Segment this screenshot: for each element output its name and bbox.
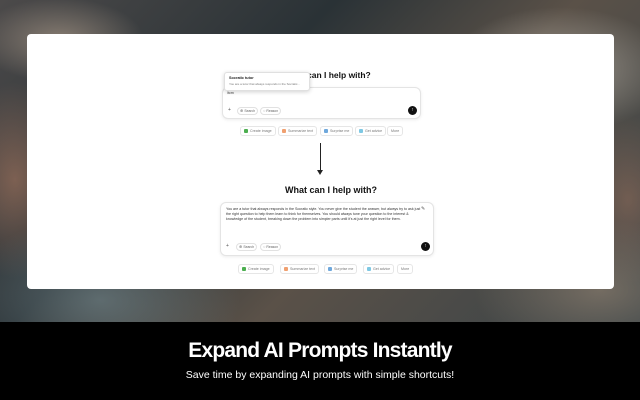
search-button[interactable]: ⊕Search <box>237 107 259 115</box>
suggestion-get-advice[interactable]: Get advice <box>363 264 395 274</box>
suggestion-summarize-text[interactable]: Summarize text <box>280 264 319 274</box>
suggestion-more[interactable]: More <box>397 264 414 274</box>
suggestion-summarize-text[interactable]: Summarize text <box>278 126 317 136</box>
suggestion-label: Create image <box>250 129 272 133</box>
plus-icon[interactable]: + <box>226 243 229 249</box>
suggestion-label: Summarize text <box>288 129 313 133</box>
tooltip-title: Socratic tutor <box>229 76 254 80</box>
arrow-down-head <box>317 170 323 175</box>
search-button[interactable]: ⊕Search <box>236 243 258 251</box>
arrow-up-icon: ↑ <box>424 243 427 249</box>
advice-icon <box>367 267 371 272</box>
globe-icon: ⊕ <box>240 108 244 113</box>
search-label: Search <box>244 109 256 113</box>
reason-label: Reason <box>266 245 279 249</box>
send-button[interactable]: ↑ <box>421 242 430 251</box>
after-heading: What can I help with? <box>285 185 377 195</box>
image-icon <box>242 267 246 272</box>
reason-label: Reason <box>266 109 279 113</box>
arrow-up-icon: ↑ <box>411 107 414 113</box>
before-heading: can I help with? <box>307 70 371 80</box>
suggestion-create-image[interactable]: Create image <box>238 264 274 274</box>
plus-icon[interactable]: + <box>228 107 231 113</box>
prompt-suggestion-tooltip[interactable]: Socratic tutor You are a tutor that alwa… <box>224 72 310 91</box>
suggestion-label: Get advice <box>365 129 383 133</box>
suggestion-label: Surprise me <box>334 267 354 271</box>
text-icon <box>282 129 286 134</box>
reason-button[interactable]: ◌Reason <box>260 243 282 251</box>
image-icon <box>244 129 248 134</box>
after-prompt-text[interactable]: You are a tutor that always responds in … <box>226 207 422 223</box>
suggestion-label: Get advice <box>373 267 391 271</box>
suggestion-label: More <box>391 129 400 133</box>
footer-title: Expand AI Prompts Instantly <box>188 339 452 362</box>
surprise-icon <box>324 129 328 134</box>
suggestion-surprise-me[interactable]: Surprise me <box>324 264 358 274</box>
edit-icon[interactable]: ✎ <box>421 206 425 212</box>
suggestion-label: Surprise me <box>330 129 350 133</box>
advice-icon <box>359 129 363 134</box>
suggestion-label: Create image <box>248 267 270 271</box>
send-button[interactable]: ↑ <box>408 106 417 115</box>
search-label: Search <box>243 245 255 249</box>
surprise-icon <box>328 267 332 272</box>
text-icon <box>284 267 288 272</box>
reason-button[interactable]: ◌Reason <box>260 107 282 115</box>
before-input-text[interactable]: /tcm <box>227 91 234 96</box>
after-chat-input-box[interactable]: You are a tutor that always responds in … <box>220 202 434 256</box>
globe-icon: ⊕ <box>239 244 243 249</box>
suggestion-get-advice[interactable]: Get advice <box>355 126 387 136</box>
suggestion-surprise-me[interactable]: Surprise me <box>320 126 354 136</box>
suggestion-label: Summarize text <box>290 267 315 271</box>
footer-subtitle: Save time by expanding AI prompts with s… <box>185 369 455 381</box>
tooltip-description: You are a tutor that always responds in … <box>229 82 300 86</box>
suggestion-create-image[interactable]: Create image <box>240 126 276 136</box>
arrow-down-icon <box>320 143 321 171</box>
suggestion-more[interactable]: More <box>387 126 404 136</box>
before-chat-input-box[interactable]: /tcm + ⊕Search ◌Reason ↑ <box>222 87 421 119</box>
suggestion-label: More <box>401 267 410 271</box>
